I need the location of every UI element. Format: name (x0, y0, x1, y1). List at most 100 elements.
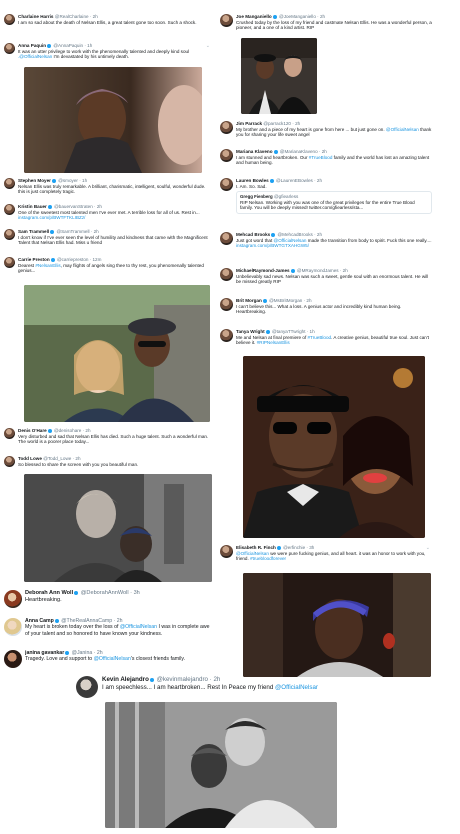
quoted-author-name[interactable]: Gregg Fienberg (240, 194, 273, 199)
author-handle[interactable]: @LaurenEBowles · 2h (276, 178, 322, 183)
mention-link[interactable]: @OfficialNelsan (386, 127, 419, 132)
tweet-photo[interactable] (243, 573, 431, 677)
tweet-photo[interactable] (243, 356, 425, 538)
avatar[interactable] (4, 650, 22, 668)
author-handle[interactable]: @erfinchie · 3h (283, 545, 314, 550)
avatar[interactable] (4, 14, 15, 25)
tweet-denis-ohare[interactable]: Denis O'Hare @denisohare · 2h Very distu… (4, 428, 212, 445)
author-handle[interactable]: @RealCharlaine · 2h (55, 14, 98, 19)
author-name[interactable]: Joe Manganiello (236, 14, 272, 19)
author-name[interactable]: Todd Lowe (18, 456, 42, 461)
tweet-tanya-wright[interactable]: Tanya Wright @tanyaTTwright · 1h Me and … (220, 329, 432, 346)
author-name[interactable]: MichaelRaymond-James (236, 268, 290, 273)
avatar[interactable] (4, 204, 15, 215)
avatar[interactable] (220, 545, 233, 558)
mention-link[interactable]: @OfficialNelsan (236, 551, 269, 556)
hashtag-link[interactable]: #TrueBlood (309, 155, 333, 160)
author-handle[interactable]: @AnnaPaquin · 1h (53, 43, 92, 48)
tweet-deborah-ann-woll[interactable]: Deborah Ann Woll @DeborahAnnWoll · 3h He… (4, 590, 212, 608)
quoted-author-handle[interactable]: @gfiearless (274, 194, 298, 199)
avatar[interactable] (220, 268, 233, 281)
tweet-photo[interactable] (24, 67, 202, 173)
author-handle[interactable]: @SamTrammell · 2h (56, 229, 98, 234)
author-handle[interactable]: @MsBritMorgan · 2h (269, 298, 311, 303)
author-name[interactable]: Anna Paquin (18, 43, 46, 48)
mention-link[interactable]: @OfficialNelsan (274, 238, 307, 243)
author-handle[interactable]: @Janina · 2h (72, 650, 103, 656)
author-handle[interactable]: @parrack120 · 2h (263, 121, 300, 126)
hashtag-link[interactable]: #NelsanEllis (35, 263, 60, 268)
author-handle[interactable]: @TheRealAnnaCamp · 2h (61, 618, 122, 624)
tweet-brit-morgan[interactable]: Brit Morgan @MsBritMorgan · 2h I can't b… (220, 298, 432, 315)
avatar[interactable] (220, 14, 233, 27)
avatar[interactable] (220, 232, 233, 245)
avatar[interactable] (220, 178, 233, 191)
author-handle[interactable]: @bauervanStraten · 2h (54, 204, 102, 209)
author-handle[interactable]: @MehcadBrooks · 2h (278, 232, 323, 237)
author-handle[interactable]: @DeborahAnnWoll · 3h (81, 590, 140, 596)
tweet-michael-raymond-james[interactable]: MichaelRaymond-James @MRaymondJames · 2h… (220, 268, 432, 285)
author-name[interactable]: Charlaine Harris (18, 14, 54, 19)
instagram-link[interactable]: instagram.com/p/BWTGTXAHGW5/ (236, 243, 309, 248)
mention-link[interactable]: @OfficialNelsar (275, 684, 318, 691)
avatar[interactable] (220, 149, 233, 162)
mention-link[interactable]: @OfficialNelsan (120, 624, 157, 630)
author-handle[interactable]: @JoeManganiello · 2h (279, 14, 325, 19)
author-name[interactable]: Mariana Klaveno (236, 149, 273, 154)
tweet-kristin-bauer[interactable]: Kristin Bauer @bauervanStraten · 2h One … (4, 204, 212, 221)
tweet-charlaine[interactable]: Charlaine Harris @RealCharlaine · 2h I a… (4, 14, 212, 25)
author-name[interactable]: Sam Trammell (18, 229, 49, 234)
author-name[interactable]: Stephen Moyer (18, 178, 51, 183)
author-name[interactable]: janina gavankar (25, 650, 64, 656)
tweet-photo[interactable] (24, 474, 212, 582)
avatar[interactable] (4, 618, 22, 636)
author-name[interactable]: Brit Morgan (236, 298, 262, 303)
hashtag-link[interactable]: #RIPNelsanEllis (257, 340, 290, 345)
author-name[interactable]: Jim Parrack (236, 121, 262, 126)
avatar[interactable] (4, 257, 15, 268)
tweet-photo[interactable] (241, 38, 317, 114)
avatar[interactable] (4, 178, 15, 189)
tweet-carrie-preston[interactable]: Carrie Preston @carriepreston · 12m Dear… (4, 257, 212, 274)
tweet-jim-parrack[interactable]: Jim Parrack @parrack120 · 2h My brother … (220, 121, 432, 138)
tweet-anna-camp[interactable]: Anna Camp @TheRealAnnaCamp · 2h My heart… (4, 618, 214, 637)
tweet-photo[interactable] (105, 702, 337, 828)
tweet-kevin-alejandro[interactable]: Kevin Alejandro @kevinmalejandro · 2h I … (76, 676, 376, 698)
tweet-sam-trammell[interactable]: Sam Trammell @SamTrammell · 2h I don't k… (4, 229, 212, 246)
tweet-joe-manganiello[interactable]: Joe Manganiello @JoeManganiello · 2h Cru… (220, 14, 432, 31)
author-name[interactable]: Mehcad Brooks (236, 232, 270, 237)
author-name[interactable]: Carrie Preston (18, 257, 50, 262)
author-handle[interactable]: @carriepreston · 12m (57, 257, 102, 262)
avatar[interactable] (4, 229, 15, 240)
author-name[interactable]: Elisabeth R. Finch (236, 545, 276, 550)
tweet-elisabeth-finch[interactable]: Elisabeth R. Finch @erfinchie · 3h @Offi… (220, 545, 432, 562)
author-name[interactable]: Deborah Ann Woll (25, 590, 73, 596)
author-handle[interactable]: @Todd_Lowe · 2h (43, 456, 80, 461)
author-handle[interactable]: @MRaymondJames · 2h (297, 268, 348, 273)
avatar[interactable] (4, 428, 15, 439)
author-handle[interactable]: @denisohare · 2h (54, 428, 91, 433)
author-name[interactable]: Lauren Bowles (236, 178, 269, 183)
author-name[interactable]: Kevin Alejandro (102, 676, 149, 683)
author-name[interactable]: Tanya Wright (236, 329, 265, 334)
avatar[interactable] (220, 329, 233, 342)
tweet-stephen-moyer[interactable]: Stephen Moyer @smoyer · 1h Nelsan Ellis … (4, 178, 212, 195)
chevron-down-icon[interactable]: ⌄ (426, 545, 430, 551)
instagram-link[interactable]: instagram.com/p/BWTFTKLIBZz/ (18, 215, 85, 220)
tweet-todd-lowe[interactable]: Todd Lowe @Todd_Lowe · 2h So blessed to … (4, 456, 212, 467)
tweet-mehcad-brooks[interactable]: Mehcad Brooks @MehcadBrooks · 2h Just go… (220, 232, 432, 249)
mention-link[interactable]: @OfficialNelsan (94, 656, 131, 662)
hashtag-link[interactable]: #TrueBlood (308, 335, 332, 340)
avatar[interactable] (220, 298, 233, 311)
author-handle[interactable]: @kevinmalejandro · 2h (157, 676, 221, 683)
avatar[interactable] (4, 43, 15, 54)
author-name[interactable]: Kristin Bauer (18, 204, 47, 209)
avatar[interactable] (76, 676, 98, 698)
chevron-down-icon[interactable]: ⌄ (206, 43, 210, 49)
author-handle[interactable]: @tanyaTTwright · 1h (272, 329, 315, 334)
tweet-mariana-klaveno[interactable]: Mariana Klaveno @MarianaKlaveno · 2h I a… (220, 149, 432, 166)
tweet-janina-gavankar[interactable]: janina gavankar @Janina · 2h Tragedy. Lo… (4, 650, 214, 668)
author-handle[interactable]: @smoyer · 1h (58, 178, 87, 183)
author-name[interactable]: Denis O'Hare (18, 428, 47, 433)
tweet-anna-paquin[interactable]: Anna Paquin @AnnaPaquin · 1h It was an u… (4, 43, 212, 60)
